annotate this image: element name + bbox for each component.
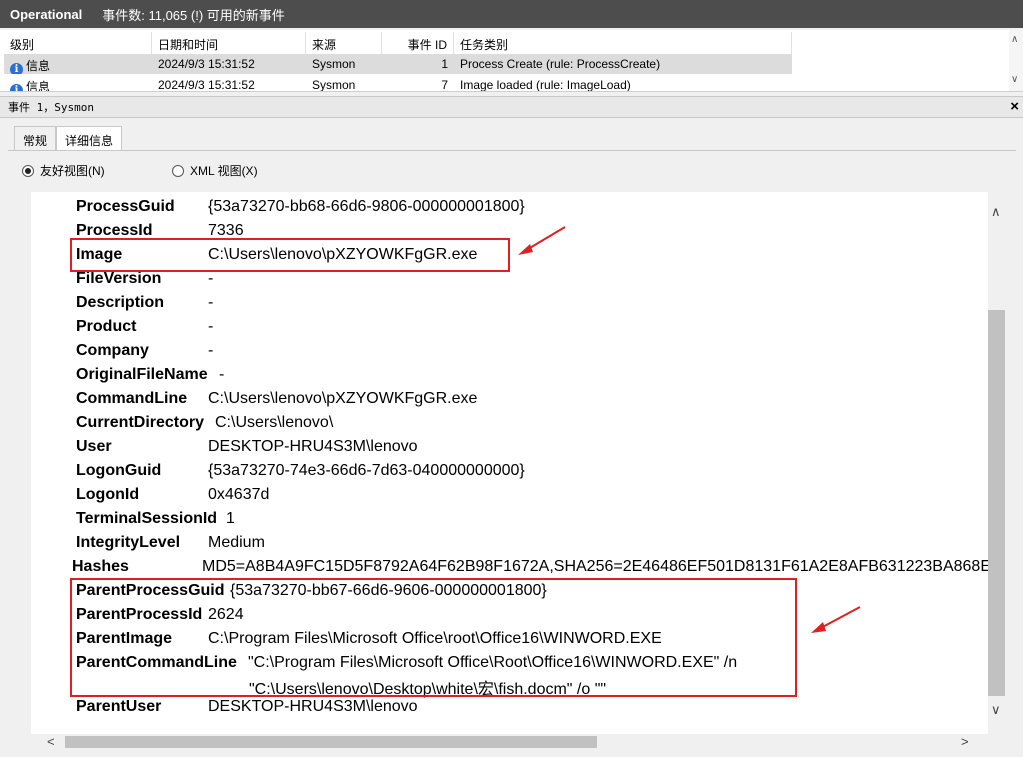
radio-unselected-icon[interactable]	[172, 164, 184, 177]
field-key: OriginalFileName	[76, 366, 208, 383]
row-source: Sysmon	[312, 78, 356, 92]
field-key: Description	[76, 294, 165, 311]
field-value: Medium	[208, 534, 265, 551]
field-key: CommandLine	[76, 390, 188, 407]
field-value: 0x4637d	[208, 486, 270, 503]
tab-divider	[8, 150, 1016, 151]
radio-selected-icon[interactable]	[22, 164, 34, 177]
tab-general[interactable]: 常规	[14, 126, 57, 150]
field-value: DESKTOP-HRU4S3M\lenovo	[208, 438, 418, 455]
field-value: -	[208, 342, 214, 359]
event-count: 事件数: 11,065 (!) 可用的新事件	[102, 7, 285, 23]
field-key: User	[76, 438, 112, 455]
field-value: -	[208, 270, 214, 287]
field-key: Product	[76, 318, 137, 335]
field-key: ProcessGuid	[76, 198, 175, 215]
scroll-up-icon[interactable]: ∧	[1011, 34, 1018, 45]
field-key: LogonGuid	[76, 462, 162, 479]
info-icon: i	[10, 63, 23, 74]
row-event-id: 1	[441, 57, 448, 71]
field-value: 1	[226, 510, 235, 527]
row-level: 信息	[26, 59, 51, 73]
field-key: Company	[76, 342, 149, 359]
log-name: Operational	[10, 6, 83, 22]
event-row[interactable]: i 信息 2024/9/3 15:31:52 Sysmon 7 Image loa…	[4, 75, 792, 92]
friendly-view-radio[interactable]: 友好视图(N)	[22, 162, 105, 179]
field-value: DESKTOP-HRU4S3M\lenovo	[208, 698, 418, 715]
log-titlebar: Operational 事件数: 11,065 (!) 可用的新事件	[0, 0, 1023, 28]
column-task-category[interactable]: 任务类别	[454, 32, 792, 54]
scroll-right-icon[interactable]: >	[961, 734, 969, 749]
column-datetime[interactable]: 日期和时间	[152, 32, 306, 54]
info-icon: i	[10, 84, 23, 91]
close-icon[interactable]: ×	[1010, 98, 1019, 115]
row-datetime: 2024/9/3 15:31:52	[158, 78, 255, 92]
xml-view-label: XML 视图(X)	[190, 164, 258, 178]
row-datetime: 2024/9/3 15:31:52	[158, 57, 255, 71]
parent-highlight-box	[70, 578, 797, 697]
event-list: 级别 日期和时间 来源 事件 ID 任务类别 i 信息 2024/9/3 15:3…	[0, 30, 1023, 92]
row-level: 信息	[26, 80, 51, 92]
row-event-id: 7	[441, 78, 448, 92]
xml-view-radio[interactable]: XML 视图(X)	[172, 162, 258, 179]
tab-details[interactable]: 详细信息	[56, 126, 123, 151]
friendly-view-label: 友好视图(N)	[40, 164, 105, 178]
image-highlight-box	[70, 238, 510, 272]
event-detail-title: 事件 1，Sysmon	[8, 101, 94, 114]
field-key: IntegrityLevel	[76, 534, 181, 551]
event-detail-header: 事件 1，Sysmon ×	[0, 96, 1023, 118]
field-value: -	[208, 318, 214, 335]
scrollbar-thumb[interactable]	[988, 310, 1005, 696]
scroll-down-icon[interactable]: ∨	[991, 702, 1001, 718]
field-value: MD5=A8B4A9FC15D5F8792A64F62B98F1672A,SHA…	[202, 558, 988, 575]
column-event-id[interactable]: 事件 ID	[382, 32, 454, 54]
scrollbar-thumb[interactable]	[65, 736, 597, 748]
scroll-down-icon[interactable]: ∨	[1011, 74, 1018, 85]
scroll-left-icon[interactable]: <	[47, 734, 55, 749]
arrow-icon	[518, 226, 566, 255]
list-scrollbar[interactable]: ∧ ∨	[1009, 30, 1023, 91]
field-key: FileVersion	[76, 270, 162, 287]
field-value: {53a73270-74e3-66d6-7d63-040000000000}	[208, 462, 525, 479]
scroll-up-icon[interactable]: ∧	[991, 204, 1001, 220]
arrow-icon	[811, 606, 861, 633]
column-level[interactable]: 级别	[4, 32, 152, 54]
field-value: C:\Users\lenovo\pXZYOWKFgGR.exe	[208, 390, 478, 407]
field-value: C:\Users\lenovo\	[215, 414, 334, 431]
detail-vertical-scrollbar[interactable]: ∧ ∨	[988, 192, 1006, 734]
row-source: Sysmon	[312, 57, 356, 71]
field-key: TerminalSessionId	[76, 510, 218, 527]
field-value: -	[208, 294, 214, 311]
event-row[interactable]: i 信息 2024/9/3 15:31:52 Sysmon 1 Process C…	[4, 54, 792, 74]
detail-horizontal-scrollbar[interactable]: < >	[31, 734, 988, 750]
column-source[interactable]: 来源	[306, 32, 382, 54]
field-key: CurrentDirectory	[76, 414, 205, 431]
field-key: LogonId	[76, 486, 140, 503]
field-value: -	[219, 366, 225, 383]
field-value: {53a73270-bb68-66d6-9806-000000001800}	[208, 198, 525, 215]
detail-tabs: 常规 详细信息	[14, 126, 123, 151]
event-list-header: 级别 日期和时间 来源 事件 ID 任务类别	[4, 32, 792, 54]
field-key: ParentUser	[76, 698, 162, 715]
field-key: Hashes	[72, 558, 129, 575]
row-task: Image loaded (rule: ImageLoad)	[460, 78, 631, 92]
row-task: Process Create (rule: ProcessCreate)	[460, 57, 661, 71]
